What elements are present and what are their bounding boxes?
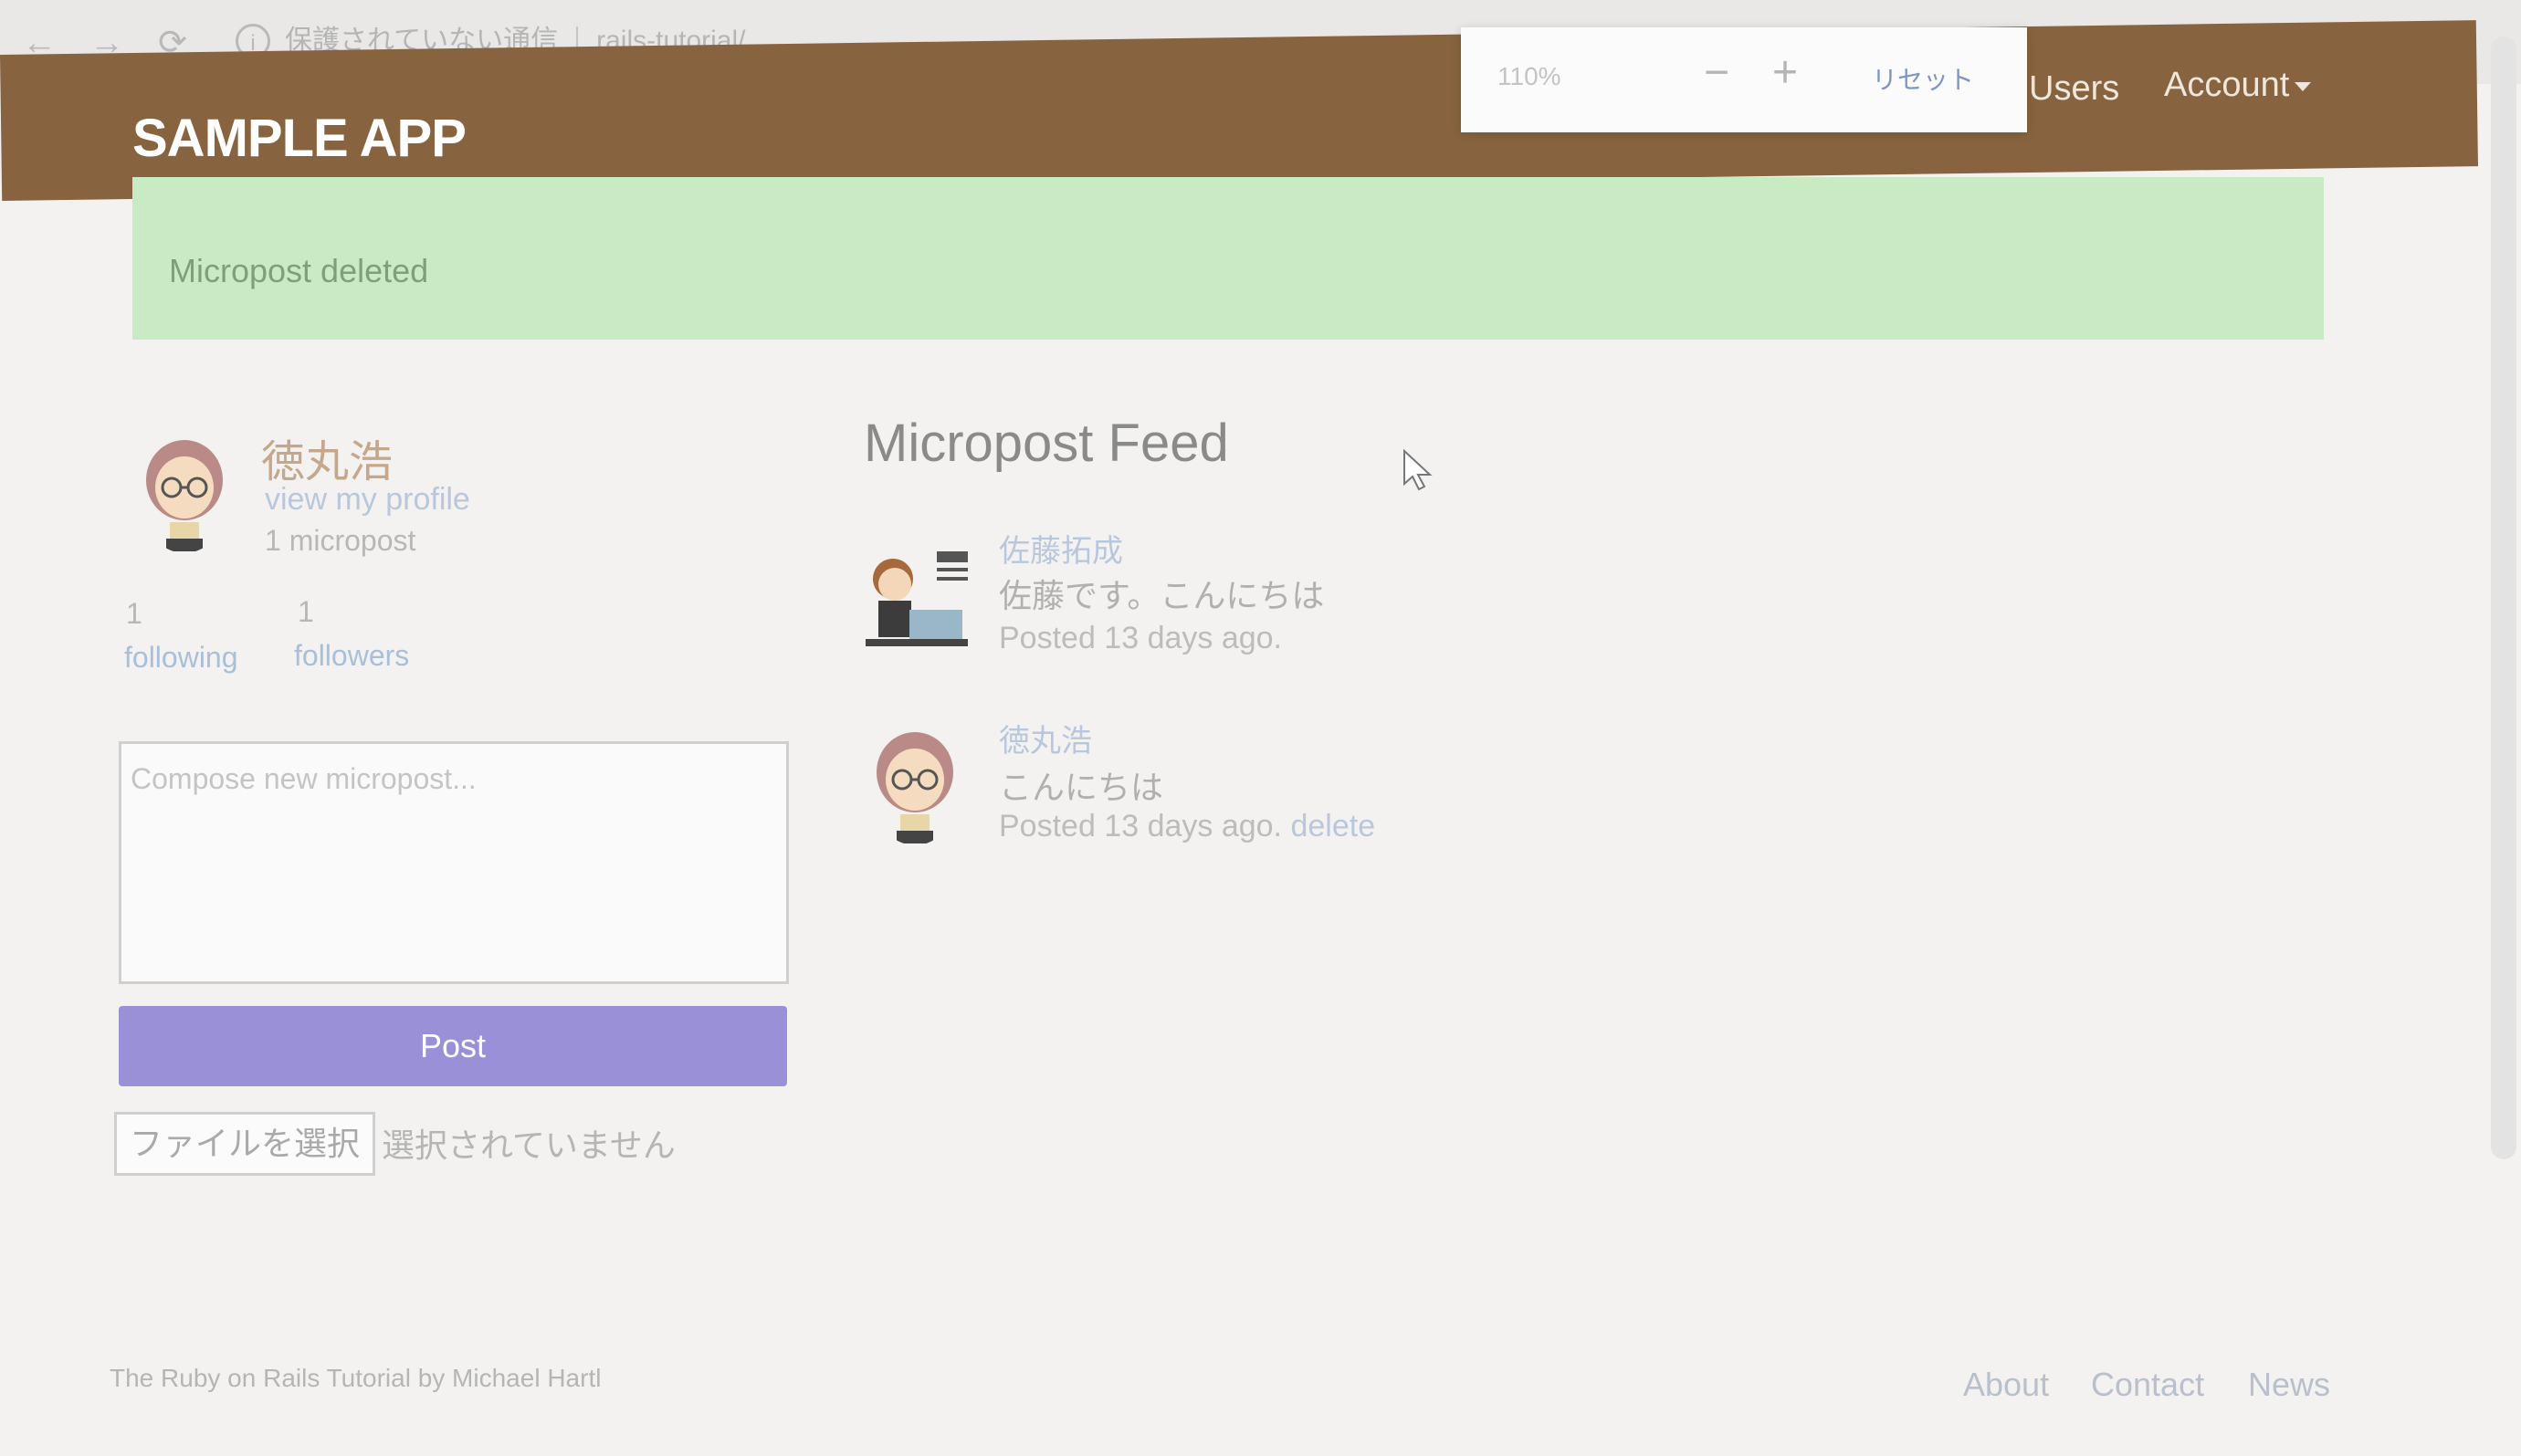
feed-title: Micropost Feed [864,414,1229,473]
caret-down-icon [2295,81,2312,91]
feed-avatar[interactable] [869,727,961,845]
footer-credit[interactable]: The Ruby on Rails Tutorial by Michael Ha… [110,1364,601,1393]
zoom-reset-button[interactable]: リセット [1872,60,1974,97]
feed-item-content: 佐藤です。こんにちは [999,577,1325,614]
footer-about-link[interactable]: About [1963,1366,2049,1404]
file-status: 選択されていません [382,1126,676,1164]
account-label: Account [2164,66,2290,104]
micropost-count: 1 micropost [265,524,416,557]
zoom-level: 110% [1497,62,1561,90]
users-link[interactable]: Users [2029,69,2119,109]
feed-item-user[interactable]: 徳丸浩 [999,716,1092,760]
followers-label[interactable]: followers [294,639,409,673]
user-avatar[interactable] [139,435,230,553]
feed-item-user[interactable]: 佐藤拓成 [999,526,1123,571]
following-label[interactable]: following [124,641,238,675]
account-menu[interactable]: Account [2164,66,2312,105]
post-button[interactable]: Post [119,1006,787,1086]
followers-count[interactable]: 1 [298,595,314,629]
feed-avatar[interactable] [866,540,975,654]
feed-item-timestamp: Posted 13 days ago. [999,621,1282,656]
zoom-popup: 110% − + リセット [1461,27,2027,132]
delete-link[interactable]: delete [1290,809,1375,843]
users-link-label: Users [2029,69,2120,108]
feed-item-timestamp: Posted 13 days ago. delete [999,809,1375,844]
scrollbar[interactable] [2491,37,2516,1159]
flash-alert: Micropost deleted [132,177,2324,340]
file-select-button[interactable]: ファイルを選択 [114,1112,375,1176]
following-count[interactable]: 1 [126,597,142,631]
footer-contact-link[interactable]: Contact [2091,1366,2204,1404]
feed-item-content: こんにちは [999,769,1164,806]
alert-message: Micropost deleted [169,252,429,289]
footer-news-link[interactable]: News [2248,1366,2330,1404]
feed-item-time: Posted 13 days ago. [999,621,1283,655]
feed-item-time: Posted 13 days ago. [999,809,1283,843]
logo[interactable]: SAMPLE APP [132,108,467,169]
view-profile-link[interactable]: view my profile [265,482,470,518]
micropost-textarea[interactable] [119,741,789,984]
zoom-in-button[interactable]: + [1762,47,1808,98]
zoom-out-button[interactable]: − [1694,47,1739,98]
user-name[interactable]: 徳丸浩 [261,425,393,489]
mouse-cursor-icon [1403,449,1433,491]
